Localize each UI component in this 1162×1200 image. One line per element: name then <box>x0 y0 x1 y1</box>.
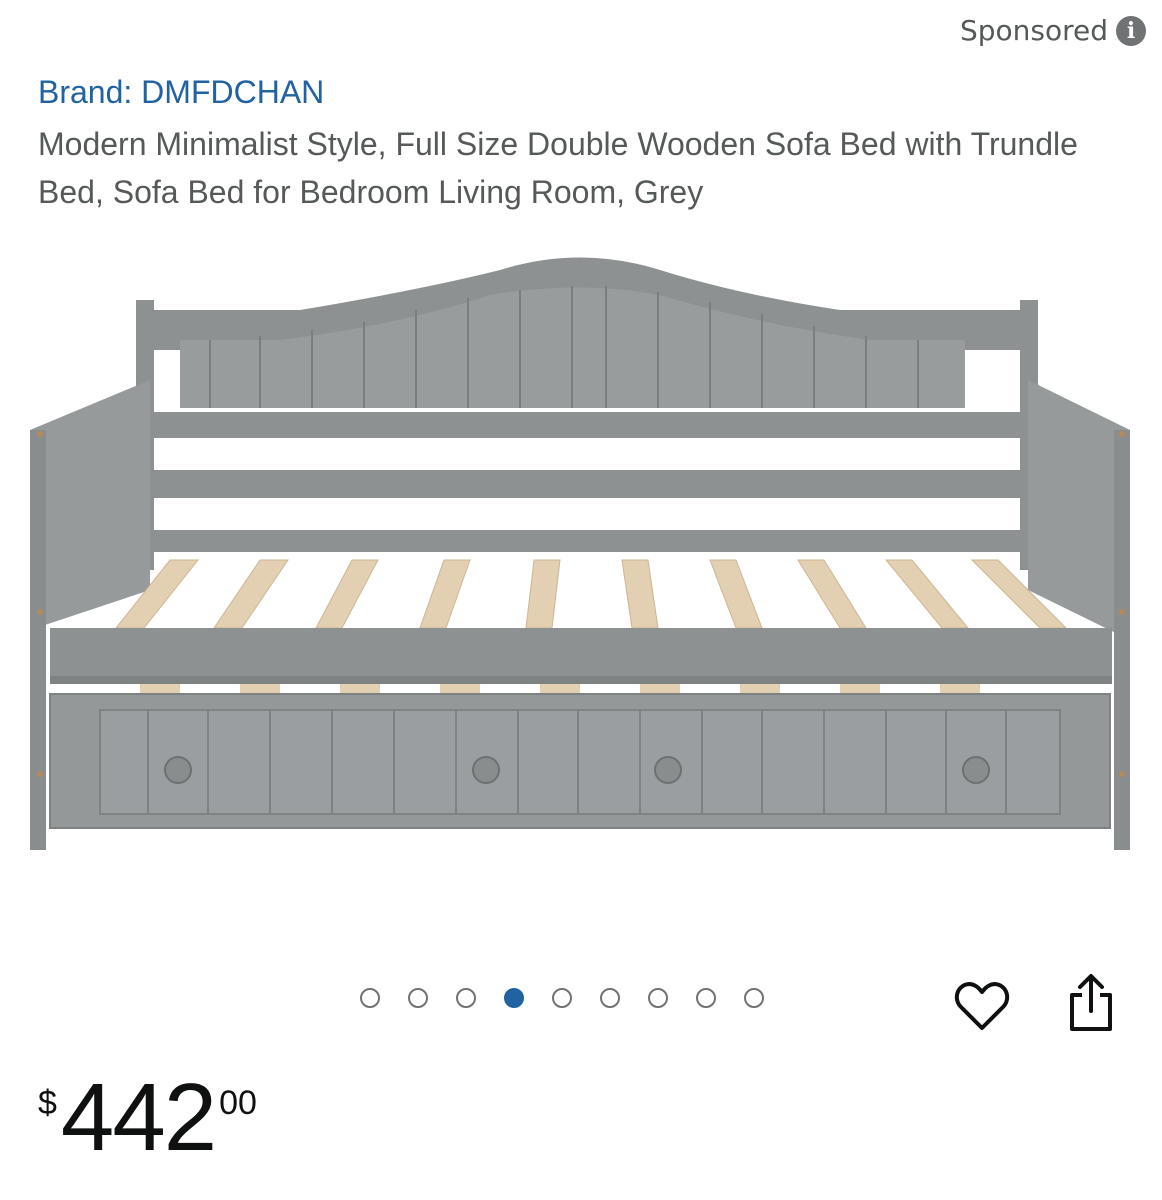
carousel-dot-1[interactable] <box>360 988 380 1008</box>
carousel-dot-3[interactable] <box>456 988 476 1008</box>
price-currency-symbol: $ <box>38 1084 57 1122</box>
price-whole: 442 <box>60 1064 217 1171</box>
share-button[interactable] <box>1060 970 1122 1036</box>
share-icon <box>1070 974 1112 1031</box>
price: $ 442 00 <box>38 1070 257 1166</box>
carousel-dot-2[interactable] <box>408 988 428 1008</box>
favorite-button[interactable] <box>952 976 1012 1036</box>
daybed-illustration <box>30 257 1130 850</box>
sponsored-label[interactable]: Sponsored i <box>960 14 1146 47</box>
carousel-dot-9[interactable] <box>744 988 764 1008</box>
product-title[interactable]: Modern Minimalist Style, Full Size Doubl… <box>38 120 1098 216</box>
image-carousel-dots <box>360 988 764 1008</box>
heart-icon <box>954 982 1010 1030</box>
product-image[interactable] <box>20 240 1142 870</box>
price-fraction: 00 <box>219 1084 257 1122</box>
carousel-dot-5[interactable] <box>552 988 572 1008</box>
sponsored-text: Sponsored <box>959 14 1108 47</box>
carousel-dot-4-active[interactable] <box>504 988 524 1008</box>
carousel-dot-8[interactable] <box>696 988 716 1008</box>
info-icon[interactable]: i <box>1116 15 1146 46</box>
carousel-dot-7[interactable] <box>648 988 668 1008</box>
carousel-dot-6[interactable] <box>600 988 620 1008</box>
brand-link[interactable]: Brand: DMFDCHAN <box>38 74 324 111</box>
